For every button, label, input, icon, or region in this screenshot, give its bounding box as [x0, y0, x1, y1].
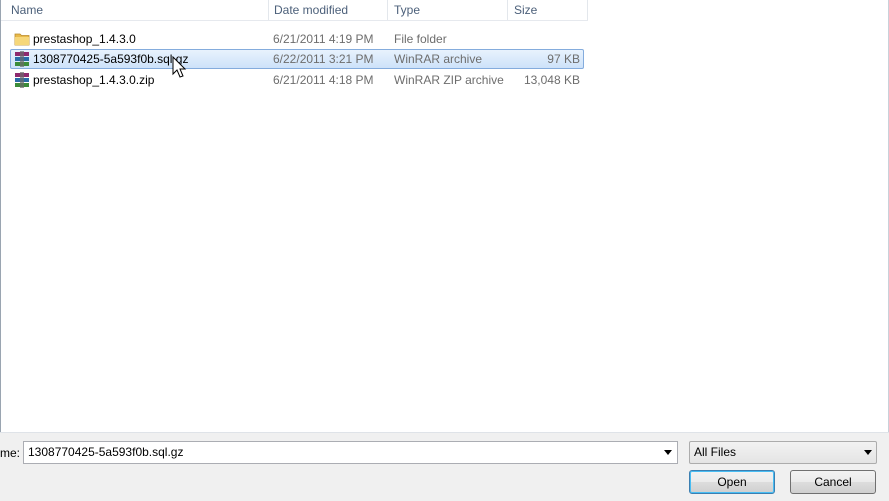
file-row[interactable]: prestashop_1.4.3.0 6/21/2011 4:19 PM Fil… — [10, 29, 584, 49]
file-name: 1308770425-5a593f0b.sql.gz — [33, 52, 189, 66]
folder-icon — [14, 33, 30, 46]
file-list[interactable]: Name Date modified Type Size prestashop_… — [0, 0, 889, 432]
column-name-header[interactable]: Name — [1, 0, 269, 20]
file-date: 6/21/2011 4:19 PM — [273, 32, 374, 46]
column-date-header[interactable]: Date modified — [269, 0, 388, 20]
file-date: 6/21/2011 4:18 PM — [273, 73, 374, 87]
file-type: File folder — [394, 32, 447, 46]
file-size: 13,048 KB — [523, 73, 580, 87]
winrar-zip-icon — [15, 72, 29, 88]
file-date: 6/22/2011 3:21 PM — [273, 52, 374, 66]
mouse-pointer-icon — [172, 56, 187, 78]
file-open-dialog: Name Date modified Type Size prestashop_… — [0, 0, 889, 501]
chevron-down-icon[interactable] — [864, 450, 872, 455]
filename-input[interactable]: 1308770425-5a593f0b.sql.gz — [23, 441, 678, 464]
filename-label: me: — [0, 446, 21, 460]
chevron-down-icon[interactable] — [664, 450, 672, 455]
column-type-header[interactable]: Type — [388, 0, 508, 20]
file-name: prestashop_1.4.3.0.zip — [33, 73, 155, 87]
winrar-archive-icon — [15, 51, 29, 67]
open-button[interactable]: Open — [689, 470, 775, 494]
column-header: Name Date modified Type Size — [1, 0, 588, 21]
cancel-button[interactable]: Cancel — [790, 470, 876, 494]
file-size: 97 KB — [547, 52, 580, 66]
file-type: WinRAR ZIP archive — [394, 73, 504, 87]
column-size-header[interactable]: Size — [508, 0, 588, 20]
filetype-select[interactable]: All Files — [689, 441, 877, 464]
file-type: WinRAR archive — [394, 52, 483, 66]
file-name: prestashop_1.4.3.0 — [33, 32, 136, 46]
file-row-selected[interactable]: 1308770425-5a593f0b.sql.gz 6/22/2011 3:2… — [10, 49, 584, 69]
file-row[interactable]: prestashop_1.4.3.0.zip 6/21/2011 4:18 PM… — [10, 70, 584, 90]
